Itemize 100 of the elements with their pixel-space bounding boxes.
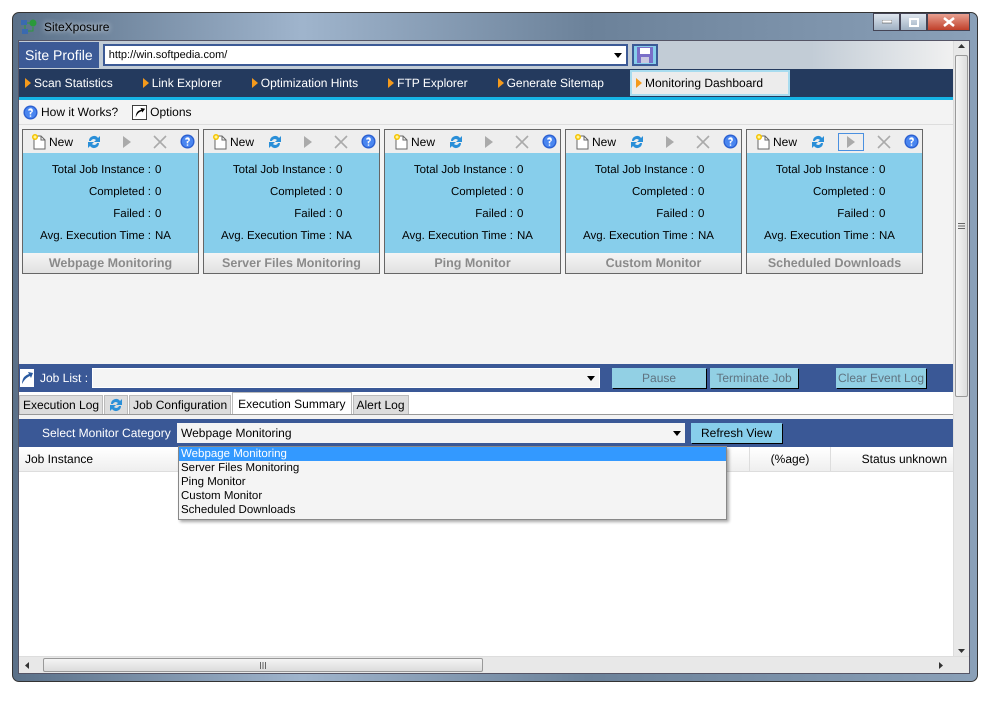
dropdown-option[interactable]: Scheduled Downloads — [179, 503, 726, 517]
refresh-view-button[interactable]: Refresh View — [691, 423, 782, 443]
new-button[interactable]: New — [31, 133, 74, 150]
stat-value: 0 — [517, 163, 524, 178]
dropdown-arrow-icon[interactable] — [614, 52, 622, 58]
play-icon — [666, 136, 674, 148]
arrow-icon — [21, 371, 33, 385]
delete-icon[interactable] — [696, 134, 710, 148]
new-document-icon — [574, 133, 590, 150]
stat-value: NA — [336, 229, 353, 244]
category-dropdown[interactable]: Webpage Monitoring — [177, 423, 685, 443]
save-button[interactable] — [632, 44, 658, 66]
stat-label: Total Job Instance : — [232, 163, 332, 178]
close-icon — [942, 17, 954, 27]
stat-label: Avg. Execution Time : — [582, 229, 694, 244]
stat-label: Completed : — [630, 185, 694, 200]
stat-value: 0 — [155, 207, 162, 222]
refresh-icon[interactable] — [628, 134, 645, 150]
stat-label: Completed : — [268, 185, 332, 200]
refresh-icon[interactable] — [86, 134, 102, 150]
log-tab[interactable]: Execution Summary — [232, 392, 352, 414]
nav-tab[interactable]: Link Explorer — [138, 69, 226, 97]
delete-icon[interactable] — [153, 134, 168, 148]
delete-icon[interactable] — [515, 134, 530, 148]
toolbar-link[interactable]: Options — [150, 105, 192, 119]
nav-tab[interactable]: Generate Sitemap — [494, 69, 608, 97]
toolbar-link[interactable]: How it Works? — [41, 105, 118, 119]
dropdown-option[interactable]: Ping Monitor — [179, 475, 726, 489]
monitor-title: Webpage Monitoring — [23, 253, 198, 273]
stat-label: Failed : — [836, 207, 875, 222]
help-icon[interactable] — [542, 134, 557, 149]
triangle-icon — [388, 78, 394, 88]
site-profile-label: Site Profile — [19, 42, 99, 68]
play-icon — [485, 136, 494, 148]
new-button[interactable]: New — [212, 133, 254, 150]
refresh-icon[interactable] — [108, 397, 124, 413]
stat-label: Completed : — [88, 185, 151, 200]
stat-value: 0 — [336, 163, 344, 178]
dropdown-arrow-icon[interactable] — [587, 376, 596, 380]
delete-icon[interactable] — [334, 134, 348, 148]
maximize-button[interactable] — [900, 13, 927, 31]
grip-icon — [260, 662, 266, 668]
stat-label: Failed : — [293, 207, 332, 222]
nav-tab[interactable]: Optimization Hints — [248, 69, 362, 97]
nav-tab[interactable]: FTP Explorer — [384, 69, 472, 97]
stat-label: Avg. Execution Time : — [220, 229, 332, 244]
help-icon[interactable] — [360, 134, 376, 149]
triangle-icon — [636, 78, 642, 88]
new-button[interactable]: New — [393, 133, 436, 150]
log-tab[interactable]: Execution Log — [19, 395, 104, 414]
stat-label: Failed : — [655, 207, 694, 222]
stat-value: 0 — [336, 185, 344, 200]
app-icon — [20, 18, 38, 36]
dropdown-option[interactable]: Custom Monitor — [179, 489, 726, 503]
stat-value: 0 — [336, 207, 344, 222]
stat-label: Avg. Execution Time : — [38, 229, 151, 244]
scroll-left-icon[interactable] — [23, 660, 31, 670]
log-tab[interactable]: Job Configuration — [129, 395, 232, 414]
triangle-icon — [498, 78, 504, 88]
refresh-icon[interactable] — [448, 134, 464, 150]
new-document-icon — [212, 133, 228, 150]
dropdown-option[interactable]: Server Files Monitoring — [179, 461, 726, 475]
new-document-icon — [393, 133, 409, 150]
nav-tab[interactable]: Scan Statistics — [21, 69, 117, 97]
help-icon[interactable] — [904, 134, 919, 149]
horizontal-scrollbar[interactable] — [19, 656, 969, 673]
stat-value: 0 — [698, 163, 706, 178]
stat-value: 0 — [517, 185, 524, 200]
stat-value: 0 — [879, 207, 886, 222]
monitor-title: Server Files Monitoring — [204, 253, 379, 273]
new-button[interactable]: New — [574, 133, 616, 150]
job-list-label: Job List : — [40, 371, 88, 385]
minimize-button[interactable] — [873, 13, 900, 31]
play-button[interactable] — [838, 132, 864, 150]
help-icon[interactable] — [23, 104, 38, 120]
shortcut-icon[interactable] — [20, 369, 34, 387]
dropdown-arrow-icon[interactable] — [673, 430, 681, 436]
help-icon[interactable] — [722, 134, 738, 149]
new-button[interactable]: New — [755, 133, 798, 150]
minimize-icon — [882, 20, 892, 24]
play-icon — [847, 136, 856, 148]
triangle-icon — [252, 78, 258, 88]
stat-label: Total Job Instance : — [412, 163, 513, 178]
stat-label: Total Job Instance : — [774, 163, 875, 178]
delete-icon[interactable] — [877, 134, 892, 148]
refresh-icon[interactable] — [266, 134, 283, 150]
url-field[interactable]: http://win.softpedia.com/ — [102, 44, 628, 66]
window-title: SiteXposure — [44, 20, 110, 34]
stat-value: 0 — [879, 163, 886, 178]
vertical-scrollbar[interactable] — [953, 41, 969, 656]
nav-tab[interactable]: Monitoring Dashboard — [630, 70, 790, 96]
log-tab[interactable]: Alert Log — [352, 395, 409, 414]
stat-label: Total Job Instance : — [594, 163, 694, 178]
help-icon[interactable] — [180, 134, 195, 149]
refresh-button[interactable] — [104, 395, 128, 414]
close-button[interactable] — [927, 13, 970, 31]
stat-label: Avg. Execution Time : — [762, 229, 875, 244]
shortcut-icon[interactable] — [132, 104, 148, 120]
scroll-right-icon[interactable] — [937, 660, 945, 670]
refresh-icon[interactable] — [810, 134, 826, 150]
